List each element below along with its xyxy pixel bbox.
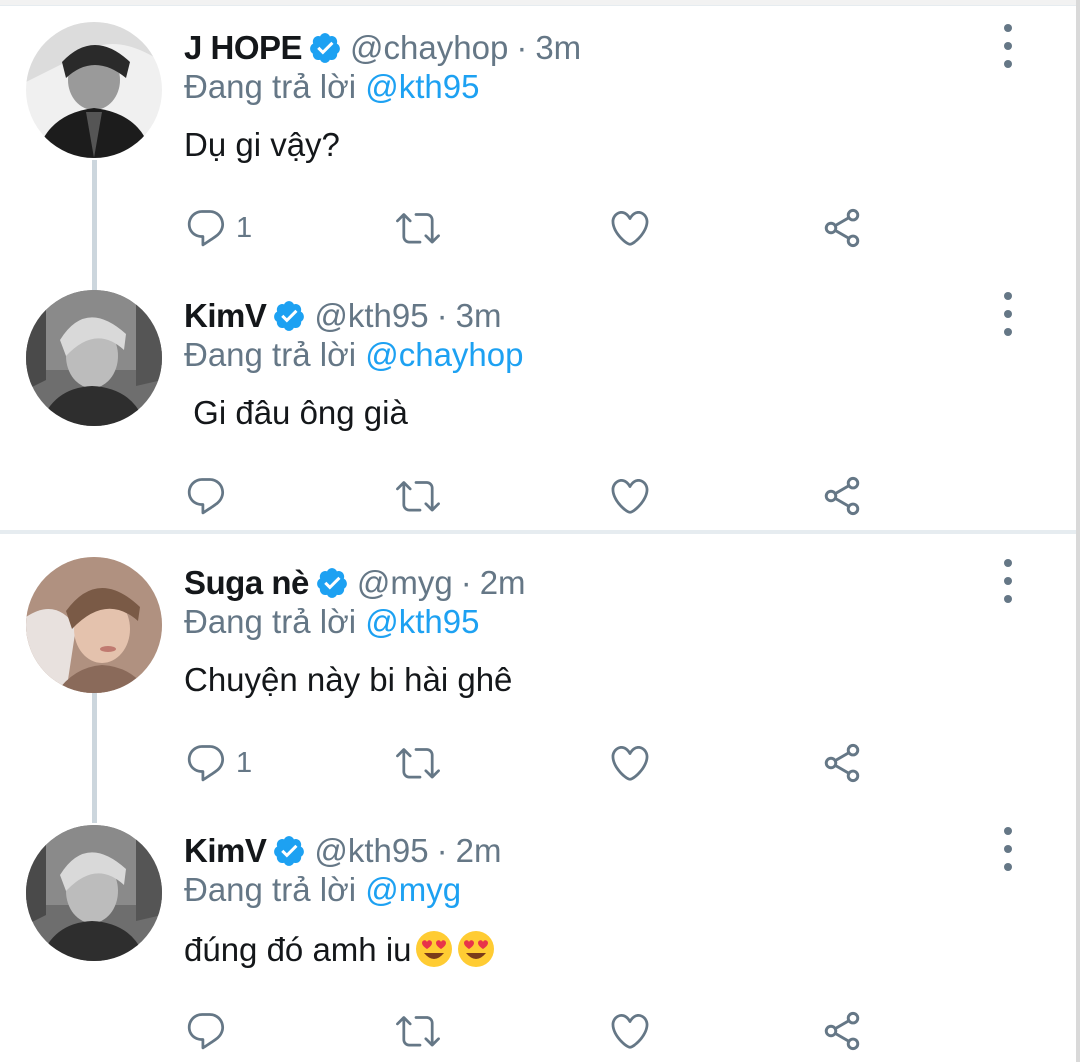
reply-count: 1 <box>236 211 253 244</box>
tweet-text: đúng đó amh iu <box>184 929 496 969</box>
tweet-actions: 1 <box>184 204 874 252</box>
share-icon <box>824 1011 860 1051</box>
share-button[interactable] <box>820 1007 864 1055</box>
tweet[interactable]: J HOPE @chayhop · 3m Đang trả lời @kth95… <box>0 22 1076 262</box>
retweet-button[interactable] <box>396 472 440 520</box>
heart-icon <box>611 210 649 246</box>
tweet-text-body: đúng đó amh iu <box>184 931 412 968</box>
avatar[interactable] <box>26 290 162 426</box>
reply-button[interactable]: 1 <box>184 739 252 787</box>
timestamp[interactable]: 3m <box>456 297 502 335</box>
tweet-text: Gi đâu ông già <box>184 394 408 431</box>
verified-badge-icon <box>272 834 306 868</box>
separator-dot: · <box>436 832 448 869</box>
mention-link[interactable]: @myg <box>365 871 461 908</box>
conversation-divider <box>0 530 1076 534</box>
handle[interactable]: @myg <box>357 564 453 602</box>
avatar[interactable] <box>26 825 162 961</box>
reply-icon <box>187 745 225 782</box>
reply-button[interactable] <box>184 1007 236 1055</box>
handle[interactable]: @kth95 <box>314 297 428 335</box>
replying-prefix: Đang trả lời <box>184 603 357 640</box>
avatar[interactable] <box>26 557 162 693</box>
retweet-icon <box>396 481 440 512</box>
reply-button[interactable]: 1 <box>184 204 252 252</box>
display-name[interactable]: KimV <box>184 832 267 870</box>
handle[interactable]: @kth95 <box>314 832 428 870</box>
more-options-icon[interactable] <box>994 24 1022 68</box>
replying-prefix: Đang trả lời <box>184 871 357 908</box>
handle[interactable]: @chayhop <box>350 29 508 67</box>
replying-to: Đang trả lời @myg <box>184 871 461 909</box>
verified-badge-icon <box>272 299 306 333</box>
tweet[interactable]: KimV @kth95 · 2m Đang trả lời @myg đúng … <box>0 825 1076 1062</box>
top-border <box>0 0 1080 6</box>
replying-prefix: Đang trả lời <box>184 336 357 373</box>
avatar[interactable] <box>26 22 162 158</box>
tweet[interactable]: KimV @kth95 · 3m Đang trả lời @chayhop G… <box>0 290 1076 520</box>
reply-icon <box>187 210 225 247</box>
tweet-actions: 1 <box>184 739 874 787</box>
retweet-button[interactable] <box>396 739 440 787</box>
share-button[interactable] <box>820 204 864 252</box>
more-options-icon[interactable] <box>994 559 1022 603</box>
replying-to: Đang trả lời @kth95 <box>184 68 479 106</box>
tweet-actions <box>184 1007 874 1055</box>
replying-to: Đang trả lời @kth95 <box>184 603 479 641</box>
more-options-icon[interactable] <box>994 827 1022 871</box>
right-border <box>1076 0 1080 1062</box>
timestamp[interactable]: 2m <box>456 832 502 870</box>
like-button[interactable] <box>608 472 652 520</box>
retweet-icon <box>396 213 440 244</box>
replying-to: Đang trả lời @chayhop <box>184 336 523 374</box>
tweet-text: Chuyện này bi hài ghê <box>184 661 513 698</box>
heart-icon <box>611 1013 649 1049</box>
heart-icon <box>611 745 649 781</box>
share-icon <box>824 476 860 516</box>
separator-dot: · <box>460 564 472 601</box>
retweet-button[interactable] <box>396 1007 440 1055</box>
reply-icon <box>187 1013 225 1050</box>
timestamp[interactable]: 2m <box>480 564 526 602</box>
retweet-icon <box>396 748 440 779</box>
replying-prefix: Đang trả lời <box>184 68 357 105</box>
share-button[interactable] <box>820 739 864 787</box>
retweet-button[interactable] <box>396 204 440 252</box>
heart-icon <box>611 478 649 514</box>
separator-dot: · <box>516 29 528 66</box>
share-icon <box>824 208 860 248</box>
like-button[interactable] <box>608 739 652 787</box>
reply-button[interactable] <box>184 472 236 520</box>
share-button[interactable] <box>820 472 864 520</box>
verified-badge-icon <box>308 31 342 65</box>
like-button[interactable] <box>608 204 652 252</box>
retweet-icon <box>396 1016 440 1047</box>
tweet-actions <box>184 472 874 520</box>
more-options-icon[interactable] <box>994 292 1022 336</box>
display-name[interactable]: J HOPE <box>184 29 303 67</box>
mention-link[interactable]: @kth95 <box>365 603 479 640</box>
display-name[interactable]: Suga nè <box>184 564 309 602</box>
timestamp[interactable]: 3m <box>535 29 581 67</box>
separator-dot: · <box>436 297 448 334</box>
tweet[interactable]: Suga nè @myg · 2m Đang trả lời @kth95 Ch… <box>0 557 1076 797</box>
mention-link[interactable]: @kth95 <box>365 68 479 105</box>
mention-link[interactable]: @chayhop <box>365 336 523 373</box>
heart-eyes-emoji <box>414 929 454 969</box>
display-name[interactable]: KimV <box>184 297 267 335</box>
share-icon <box>824 743 860 783</box>
reply-icon <box>187 478 225 515</box>
like-button[interactable] <box>608 1007 652 1055</box>
verified-badge-icon <box>315 566 349 600</box>
reply-count: 1 <box>236 746 253 779</box>
heart-eyes-emoji <box>456 929 496 969</box>
tweet-text: Dụ gi vậy? <box>184 126 340 163</box>
